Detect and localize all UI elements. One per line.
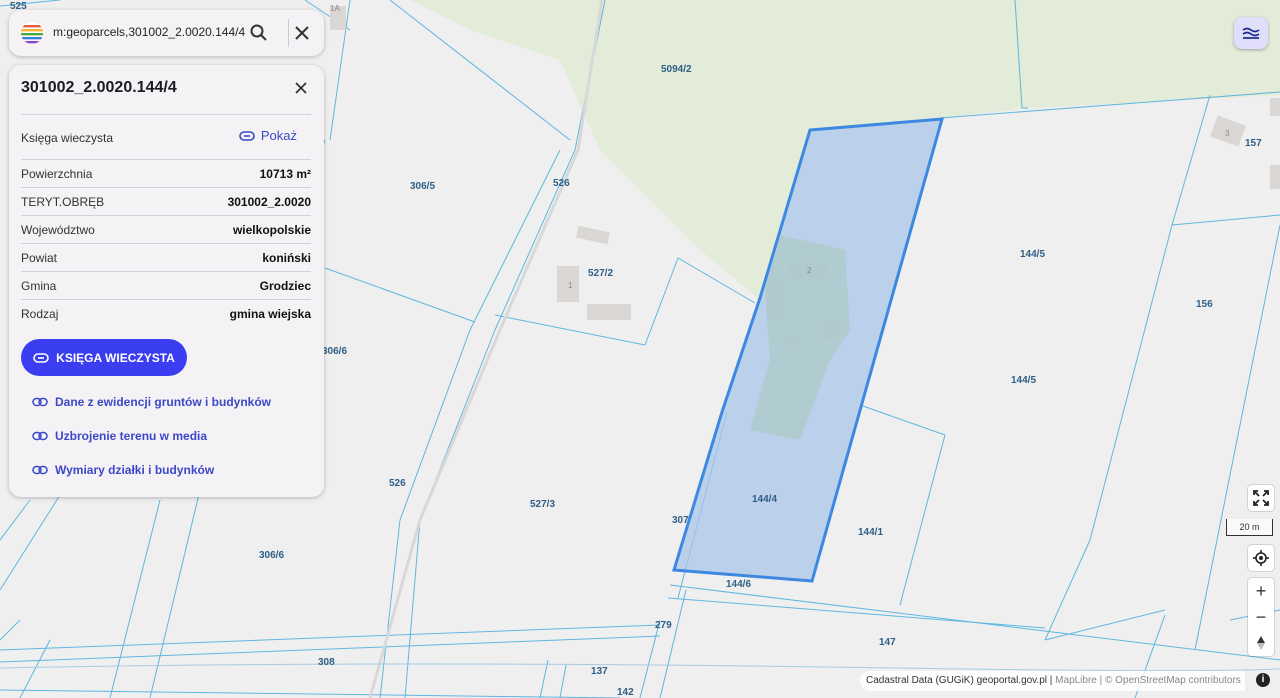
building-label-1: 1	[568, 281, 573, 290]
ksiega-wieczysta-button[interactable]: KSIĘGA WIECZYSTA	[21, 339, 187, 376]
attribute-key: Rodzaj	[21, 307, 59, 321]
chain-link-icon	[32, 465, 48, 475]
parcel-label-526-top: 526	[553, 178, 570, 189]
attribute-value: Grodziec	[259, 279, 311, 293]
building-label-2: 2	[807, 266, 812, 275]
attribute-row-county: Powiat koniński	[21, 243, 311, 271]
building-label-1a: 1A	[330, 4, 340, 13]
show-label: Pokaż	[260, 128, 297, 143]
parcel-label-306-6-left: 306/6	[322, 346, 347, 357]
divider	[21, 114, 311, 115]
parcel-label-307: 307	[672, 515, 689, 526]
ksiega-row: Księga wieczysta Pokaż	[21, 122, 311, 152]
search-bar: m:geoparcels,301002_2.0020.144/4	[9, 10, 324, 56]
parcel-label-306-5: 306/5	[410, 181, 435, 192]
attribute-key: Powiat	[21, 251, 58, 265]
attribute-row-type: Rodzaj gmina wiejska	[21, 299, 311, 327]
fullscreen-icon	[1253, 490, 1269, 506]
search-input[interactable]: m:geoparcels,301002_2.0020.144/4	[53, 25, 245, 39]
parcel-label-144-4: 144/4	[752, 494, 777, 505]
parcel-label-5094-2: 5094/2	[661, 64, 692, 75]
chain-link-icon	[32, 431, 48, 441]
maplibre-link[interactable]: MapLibre	[1055, 675, 1097, 686]
link-egib-data[interactable]: Dane z ewidencji gruntów i budynków	[32, 395, 271, 409]
locate-icon	[1253, 550, 1269, 566]
parcel-label-156: 156	[1196, 299, 1213, 310]
zoom-in-button[interactable]: +	[1248, 578, 1274, 604]
link-dimensions[interactable]: Wymiary działki i budynków	[32, 463, 214, 477]
chain-link-icon	[32, 397, 48, 407]
panel-title: 301002_2.0020.144/4	[21, 79, 177, 96]
parcel-label-144-5-bottom: 144/5	[1011, 375, 1036, 386]
parcel-label-144-1: 144/1	[858, 527, 883, 538]
link-icon	[33, 352, 49, 363]
attribute-key: TERYT.OBRĘB	[21, 195, 105, 209]
attribute-row-voivodeship: Województwo wielkopolskie	[21, 215, 311, 243]
parcel-info-panel: 301002_2.0020.144/4 Księga wieczysta Pok…	[9, 65, 324, 497]
clear-search-icon[interactable]	[292, 23, 312, 43]
link-icon	[239, 130, 255, 141]
attribution-info-icon[interactable]: i	[1256, 673, 1270, 687]
parcel-label-308: 308	[318, 657, 335, 668]
osm-attribution[interactable]: | © OpenStreetMap contributors	[1097, 675, 1241, 686]
close-panel-icon[interactable]	[291, 78, 311, 98]
attribute-value: 301002_2.0020	[227, 195, 311, 209]
link-utilities[interactable]: Uzbrojenie terenu w media	[32, 429, 207, 443]
compass-button[interactable]	[1248, 630, 1274, 656]
layers-button[interactable]	[1234, 17, 1268, 49]
attribute-value: 10713 m²	[259, 167, 311, 181]
geolocate-button[interactable]	[1248, 545, 1274, 571]
fullscreen-control	[1248, 485, 1274, 511]
attribute-key: Powierzchnia	[21, 167, 93, 181]
attribution-separator: |	[1047, 675, 1056, 686]
attribute-row-commune: Gmina Grodziec	[21, 271, 311, 299]
scale-bar: 20 m	[1226, 519, 1273, 536]
parcel-label-526-bottom: 526	[389, 478, 406, 489]
attribution-source: Cadastral Data (GUGiK) geoportal.gov.pl	[866, 675, 1048, 686]
search-icon[interactable]	[249, 23, 269, 43]
parcel-label-306-6: 306/6	[259, 550, 284, 561]
parcel-label-137: 137	[591, 666, 608, 677]
geolocate-control	[1248, 545, 1274, 571]
map-attribution: Cadastral Data (GUGiK) geoportal.gov.pl …	[860, 671, 1245, 691]
button-label: KSIĘGA WIECZYSTA	[56, 350, 175, 365]
attribute-row-area: Powierzchnia 10713 m²	[21, 159, 311, 187]
navigation-control: + −	[1248, 578, 1274, 656]
parcel-label-142: 142	[617, 687, 634, 698]
parcel-label-527-3: 527/3	[530, 499, 555, 510]
app-logo-icon	[21, 22, 43, 44]
parcel-label-147: 147	[879, 637, 896, 648]
search-divider	[288, 19, 289, 47]
attribute-row-teryt: TERYT.OBRĘB 301002_2.0020	[21, 187, 311, 215]
link-label: Wymiary działki i budynków	[55, 463, 215, 477]
zoom-out-button[interactable]: −	[1248, 604, 1274, 630]
layers-icon	[1242, 27, 1260, 39]
compass-icon	[1257, 636, 1265, 650]
parcel-label-527-2: 527/2	[588, 268, 613, 279]
attribute-key: Gmina	[21, 279, 57, 293]
link-label: Uzbrojenie terenu w media	[55, 429, 208, 443]
parcel-label-144-6: 144/6	[726, 579, 751, 590]
fullscreen-button[interactable]	[1248, 485, 1274, 511]
parcel-label-279: 279	[655, 620, 672, 631]
attribute-value: gmina wiejska	[229, 307, 311, 321]
parcel-label-157: 157	[1245, 138, 1262, 149]
attribute-value: koniński	[262, 251, 311, 265]
show-ksiega-link[interactable]: Pokaż	[239, 128, 297, 143]
building-label-3: 3	[1225, 129, 1230, 138]
attribute-key: Województwo	[21, 223, 95, 237]
parcel-label-144-5-top: 144/5	[1020, 249, 1045, 260]
attribute-value: wielkopolskie	[232, 223, 311, 237]
ksiega-label: Księga wieczysta	[21, 131, 114, 145]
link-label: Dane z ewidencji gruntów i budynków	[55, 395, 272, 409]
